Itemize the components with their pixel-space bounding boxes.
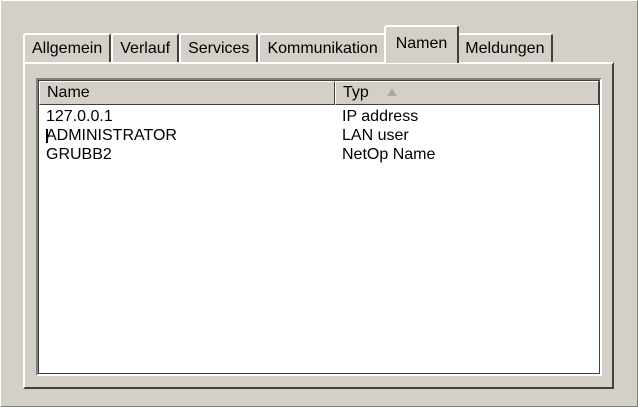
tab-meldungen[interactable]: Meldungen: [456, 33, 554, 63]
name-cell: GRUBB2: [46, 146, 112, 163]
tab-verlauf[interactable]: Verlauf: [111, 33, 180, 63]
name-cell-text: ADMINISTRATOR: [46, 127, 177, 144]
column-header-typ[interactable]: Typ: [335, 81, 599, 105]
list-header: Name Typ: [39, 81, 599, 105]
sort-ascending-icon: [386, 88, 397, 96]
tab-namen[interactable]: Namen: [383, 25, 460, 63]
type-cell: LAN user: [342, 127, 409, 144]
names-list-view[interactable]: Name Typ 127.0.0.1 IP address ADMINISTRA…: [36, 78, 602, 376]
focus-caret: [46, 129, 48, 143]
name-cell: 127.0.0.1: [46, 108, 113, 125]
properties-dialog: Allgemein Verlauf Services Kommunikation…: [0, 0, 638, 407]
tab-page-namen: Name Typ 127.0.0.1 IP address ADMINISTRA…: [23, 62, 614, 389]
tab-strip: Allgemein Verlauf Services Kommunikation…: [23, 25, 554, 63]
column-header-name[interactable]: Name: [39, 81, 335, 105]
list-rows: 127.0.0.1 IP address ADMINISTRATOR LAN u…: [39, 107, 599, 164]
tab-services[interactable]: Services: [179, 33, 259, 63]
type-cell: IP address: [342, 108, 419, 125]
name-cell: ADMINISTRATOR: [39, 126, 335, 145]
list-item[interactable]: ADMINISTRATOR LAN user: [39, 126, 599, 145]
tab-allgemein[interactable]: Allgemein: [23, 33, 112, 63]
column-header-typ-label: Typ: [343, 84, 369, 101]
list-item[interactable]: 127.0.0.1 IP address: [39, 107, 599, 126]
column-header-name-label: Name: [47, 84, 90, 101]
tab-kommunikation[interactable]: Kommunikation: [258, 33, 387, 63]
type-cell: NetOp Name: [342, 146, 436, 163]
list-item[interactable]: GRUBB2 NetOp Name: [39, 145, 599, 164]
